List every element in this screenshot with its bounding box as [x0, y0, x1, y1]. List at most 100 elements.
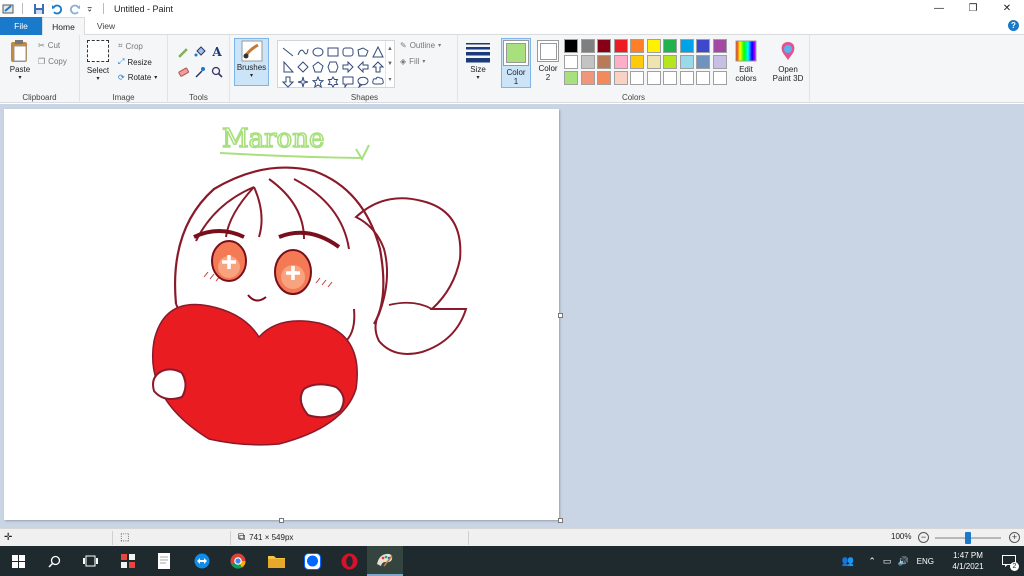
left-arrow-shape-icon[interactable]	[355, 59, 370, 74]
palette-swatch[interactable]	[646, 71, 661, 85]
taskbar-app-chrome[interactable]	[220, 546, 256, 576]
palette-swatch[interactable]	[630, 71, 644, 85]
palette-swatch[interactable]	[696, 39, 710, 53]
color2-button[interactable]: Color 2	[535, 40, 561, 82]
search-button[interactable]	[36, 546, 72, 576]
zoom-in-button[interactable]: +	[1009, 532, 1020, 543]
zoom-slider-thumb[interactable]	[965, 532, 971, 544]
tab-view[interactable]: View	[86, 17, 126, 35]
battery-icon[interactable]: ▭	[883, 556, 892, 567]
scroll-down-icon[interactable]: ▼	[387, 61, 393, 67]
taskbar-app-zalo[interactable]	[294, 546, 330, 576]
taskbar-app-teamviewer[interactable]	[184, 546, 220, 576]
shapes-scrollbar[interactable]: ▲ ▼ ▾	[385, 41, 394, 87]
open-paint3d-button[interactable]: Open Paint 3D	[769, 40, 807, 83]
five-point-star-shape-icon[interactable]	[310, 74, 325, 89]
taskbar-app-opera[interactable]	[331, 546, 367, 576]
tab-home[interactable]: Home	[42, 17, 85, 36]
save-icon[interactable]	[33, 3, 45, 15]
oval-callout-shape-icon[interactable]	[355, 74, 370, 89]
copy-button[interactable]: ❐ Copy	[38, 57, 67, 66]
start-button[interactable]	[0, 546, 36, 576]
customize-qat-icon[interactable]	[87, 3, 95, 15]
diamond-shape-icon[interactable]	[295, 59, 310, 74]
tab-file[interactable]: File	[0, 17, 42, 35]
palette-swatch[interactable]	[646, 39, 661, 53]
resize-handle-right[interactable]	[558, 313, 563, 318]
drawing-canvas[interactable]: Marone	[4, 109, 559, 520]
palette-swatch[interactable]	[679, 71, 694, 85]
taskbar-app-photos[interactable]	[110, 546, 146, 576]
palette-swatch[interactable]	[696, 71, 710, 85]
scroll-up-icon[interactable]: ▲	[387, 46, 393, 52]
right-arrow-shape-icon[interactable]	[340, 59, 355, 74]
pentagon-shape-icon[interactable]	[310, 59, 325, 74]
resize-handle-bottom[interactable]	[279, 518, 284, 523]
palette-swatch[interactable]	[613, 55, 628, 69]
size-button[interactable]: Size ▾	[463, 41, 493, 81]
palette-swatch[interactable]	[696, 55, 710, 69]
rect-callout-shape-icon[interactable]	[340, 74, 355, 89]
color-picker-icon[interactable]	[192, 64, 208, 80]
down-arrow-shape-icon[interactable]	[280, 74, 295, 89]
select-button[interactable]: Select ▾	[84, 40, 112, 82]
hexagon-shape-icon[interactable]	[325, 59, 340, 74]
input-language[interactable]: ENG	[917, 557, 934, 566]
paste-button[interactable]: Paste ▾	[7, 39, 33, 81]
resize-button[interactable]: ⤢ Resize	[118, 57, 152, 67]
rectangle-shape-icon[interactable]	[325, 44, 340, 59]
palette-swatch[interactable]	[597, 39, 611, 53]
palette-swatch[interactable]	[613, 71, 628, 85]
palette-swatch[interactable]	[580, 39, 595, 53]
magnifier-icon[interactable]	[209, 64, 225, 80]
fill-bucket-icon[interactable]	[192, 44, 208, 60]
right-triangle-shape-icon[interactable]	[280, 59, 295, 74]
people-icon[interactable]: 👥	[842, 556, 854, 567]
palette-swatch[interactable]	[712, 71, 727, 85]
cloud-callout-shape-icon[interactable]	[370, 74, 385, 89]
brushes-button[interactable]: Brushes ▾	[234, 38, 269, 86]
color1-button[interactable]: Color 1	[501, 38, 531, 88]
palette-swatch[interactable]	[580, 55, 595, 69]
show-hidden-icons-icon[interactable]: ⌃	[868, 556, 876, 567]
task-view-button[interactable]	[72, 546, 108, 576]
pencil-icon[interactable]	[175, 44, 191, 60]
text-icon[interactable]: A	[209, 44, 225, 60]
palette-swatch[interactable]	[613, 39, 628, 53]
palette-swatch[interactable]	[663, 71, 677, 85]
palette-swatch[interactable]	[630, 55, 644, 69]
clock[interactable]: 1:47 PM 4/1/2021	[942, 550, 994, 572]
zoom-out-button[interactable]: −	[918, 532, 929, 543]
line-shape-icon[interactable]	[280, 44, 295, 59]
curve-shape-icon[interactable]	[295, 44, 310, 59]
undo-icon[interactable]	[51, 3, 63, 15]
oval-shape-icon[interactable]	[310, 44, 325, 59]
edit-colors-button[interactable]: Edit colors	[732, 40, 760, 83]
taskbar-app-notepad[interactable]	[146, 546, 182, 576]
palette-swatch[interactable]	[712, 55, 727, 69]
up-arrow-shape-icon[interactable]	[370, 59, 385, 74]
restore-button[interactable]: ❐	[956, 0, 990, 17]
cut-button[interactable]: ✂ Cut	[38, 41, 60, 50]
minimize-button[interactable]: —	[922, 0, 956, 17]
rounded-rectangle-shape-icon[interactable]	[340, 44, 355, 59]
taskbar-app-paint[interactable]	[367, 546, 403, 576]
palette-swatch[interactable]	[630, 39, 644, 53]
palette-swatch[interactable]	[597, 55, 611, 69]
four-point-star-shape-icon[interactable]	[295, 74, 310, 89]
fill-button[interactable]: ◈ Fill ▾	[400, 57, 425, 66]
resize-handle-corner[interactable]	[558, 518, 563, 523]
palette-swatch[interactable]	[646, 55, 661, 69]
palette-swatch[interactable]	[564, 55, 578, 69]
taskbar-app-file-explorer[interactable]	[258, 546, 294, 576]
rotate-button[interactable]: ⟳ Rotate ▾	[118, 73, 157, 82]
outline-button[interactable]: ✎ Outline ▾	[400, 41, 441, 50]
palette-swatch[interactable]	[663, 55, 677, 69]
palette-swatch[interactable]	[597, 71, 611, 85]
notifications-button[interactable]: 2	[994, 546, 1024, 576]
redo-icon[interactable]	[69, 3, 81, 15]
polygon-shape-icon[interactable]	[355, 44, 370, 59]
palette-swatch[interactable]	[679, 55, 694, 69]
expand-gallery-icon[interactable]: ▾	[388, 76, 391, 83]
help-icon[interactable]: ?	[1008, 20, 1019, 31]
